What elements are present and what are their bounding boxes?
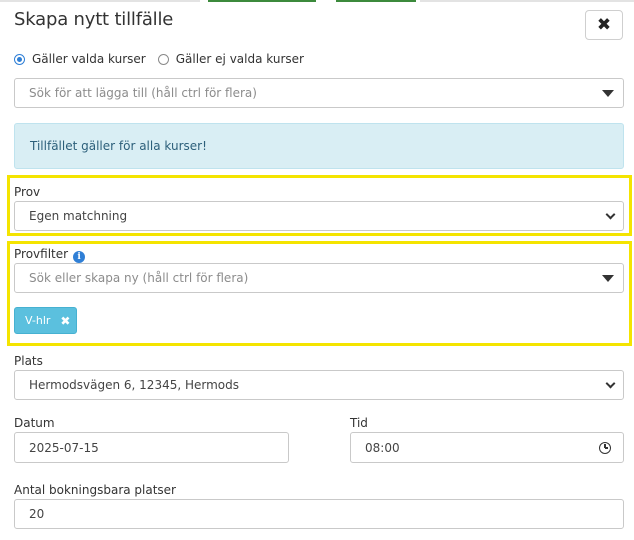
datum-value: 2025-07-15 [29,440,99,455]
datum-label: Datum [14,416,55,430]
info-alert: Tillfället gäller för alla kurser! [14,123,624,169]
chevron-down-icon [605,378,616,389]
info-alert-text: Tillfället gäller för alla kurser! [30,139,207,153]
tag-remove-icon[interactable]: ✖ [60,314,70,328]
close-button[interactable]: ✖ [585,10,623,40]
antal-label: Antal bokningsbara platser [14,483,176,497]
tid-input[interactable]: 08:00 [350,432,624,463]
dialog-title: Skapa nytt tillfälle [14,9,174,30]
top-edge-strip [0,0,634,2]
course-search-placeholder: Sök för att lägga till (håll ctrl för fl… [29,86,257,100]
antal-value: 20 [29,507,45,521]
prov-select[interactable]: Egen matchning [14,201,624,231]
plats-select[interactable]: Hermodsvägen 6, 12345, Hermods [14,370,624,400]
filter-tag[interactable]: V-hlr ✖ [14,307,77,334]
radio-selected-courses-label[interactable]: Gäller valda kurser [32,52,146,66]
radio-not-selected-courses-label[interactable]: Gäller ej valda kurser [176,52,304,66]
tid-value: 08:00 [365,440,400,455]
datum-input[interactable]: 2025-07-15 [14,432,289,463]
radio-not-selected-courses[interactable] [157,53,169,65]
filter-tag-label: V-hlr [25,314,51,327]
prov-select-value: Egen matchning [29,209,128,223]
tid-label: Tid [350,416,368,430]
radio-selected-courses[interactable] [14,53,25,65]
provfilter-label-row: Provfilter i [14,247,86,263]
antal-input[interactable]: 20 [14,499,624,529]
dropdown-caret-icon [602,90,614,97]
plats-select-value: Hermodsvägen 6, 12345, Hermods [29,378,239,392]
prov-label: Prov [14,185,41,199]
info-icon[interactable]: i [73,251,86,263]
provfilter-placeholder: Sök eller skapa ny (håll ctrl för flera) [29,271,249,285]
clock-icon[interactable] [599,441,611,454]
chevron-down-icon [605,209,616,220]
provfilter-label: Provfilter [14,247,69,261]
course-search-select[interactable]: Sök för att lägga till (håll ctrl för fl… [14,78,624,108]
plats-label: Plats [14,354,43,368]
provfilter-search-select[interactable]: Sök eller skapa ny (håll ctrl för flera) [14,263,624,293]
scope-radio-group: Gäller valda kurser Gäller ej valda kurs… [14,52,316,66]
dropdown-caret-icon [602,275,614,282]
provfilter-highlight [7,241,632,346]
close-icon: ✖ [596,15,612,35]
